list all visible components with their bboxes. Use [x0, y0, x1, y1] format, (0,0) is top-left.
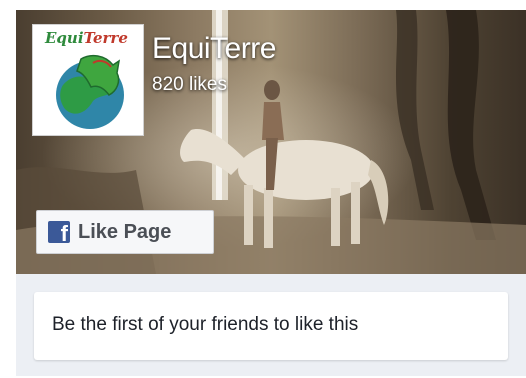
social-context-box: Be the first of your friends to like thi…	[34, 292, 508, 360]
likes-count: 820 likes	[152, 74, 227, 95]
cover-photo[interactable]: EquiTerre EquiTerre 820 likes f Like Pag…	[16, 10, 526, 274]
globe-horse-icon	[56, 54, 124, 129]
facebook-page-widget: EquiTerre EquiTerre 820 likes f Like Pag…	[16, 10, 526, 376]
like-page-button[interactable]: f Like Page	[36, 210, 214, 254]
page-logo[interactable]: EquiTerre	[32, 24, 144, 136]
social-context-text: Be the first of your friends to like thi…	[52, 314, 359, 335]
page-name[interactable]: EquiTerre	[152, 32, 276, 66]
facebook-f-icon: f	[48, 221, 70, 246]
like-button-label: Like Page	[78, 220, 172, 243]
